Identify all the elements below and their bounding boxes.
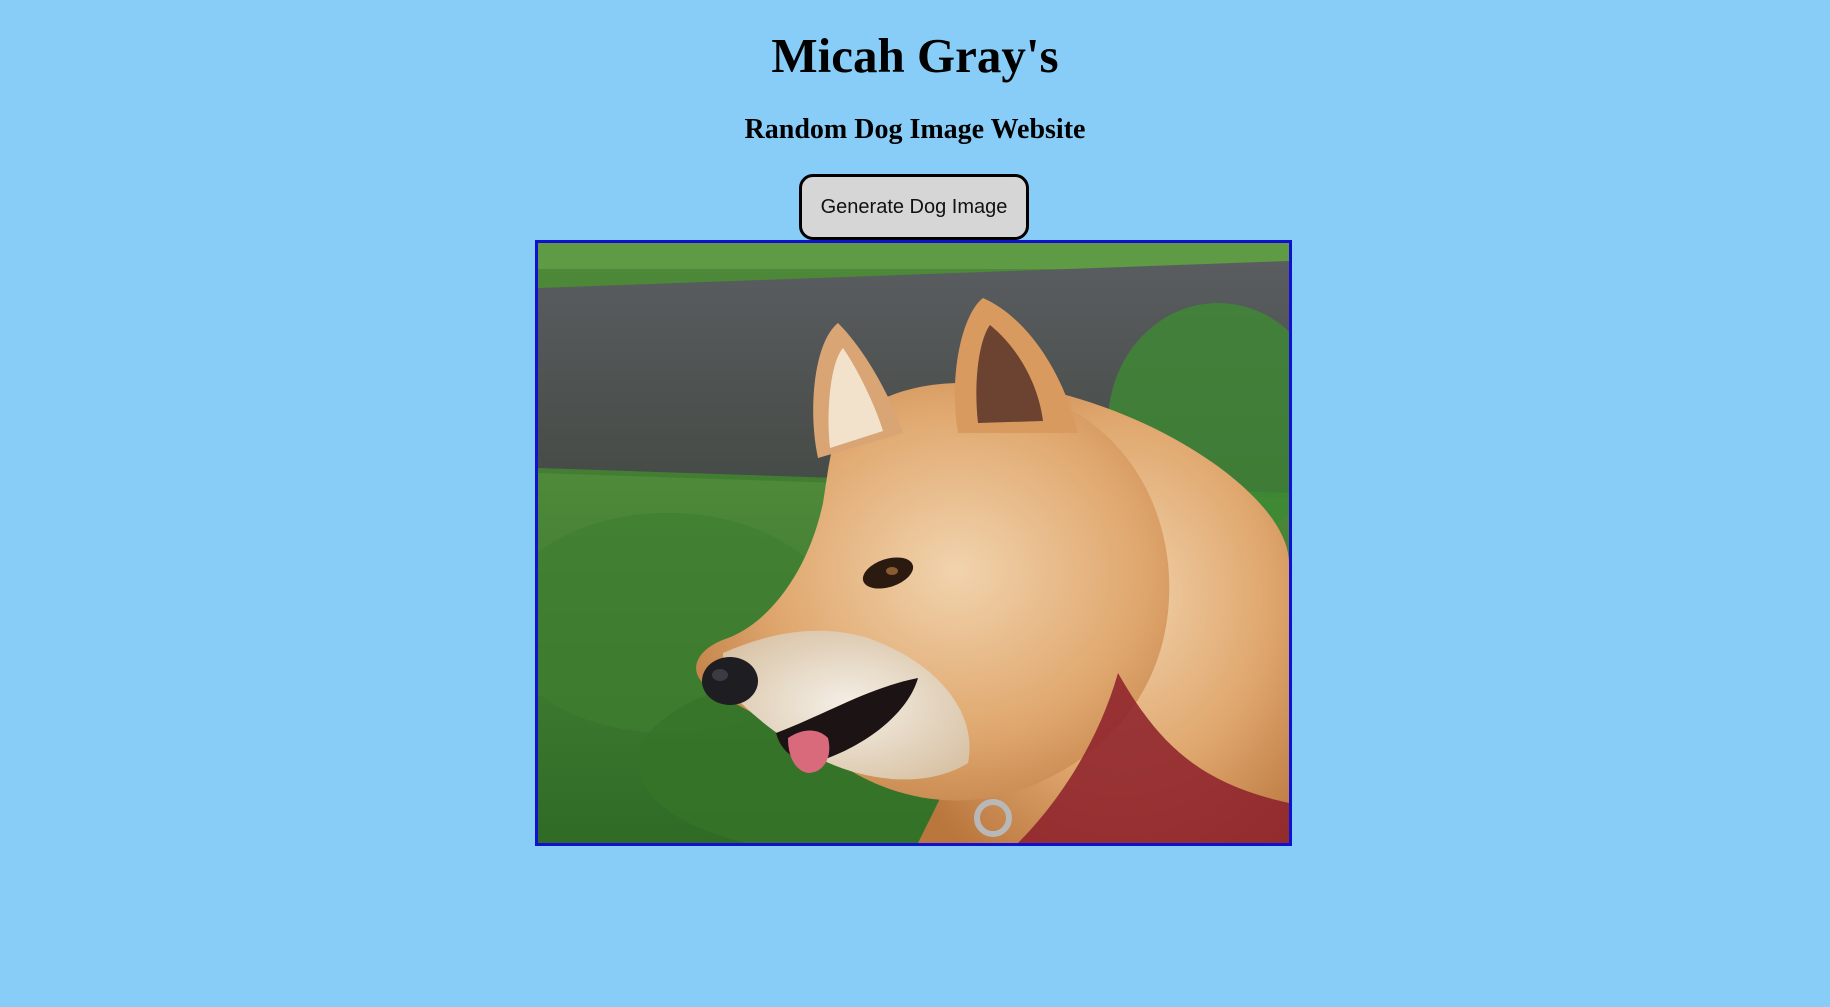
page: Micah Gray's Random Dog Image Website Ge… — [0, 0, 1830, 1007]
dog-photo-illustration — [538, 243, 1289, 843]
page-title: Micah Gray's — [771, 28, 1059, 83]
generate-dog-image-button[interactable]: Generate Dog Image — [799, 174, 1029, 240]
page-subtitle: Random Dog Image Website — [744, 114, 1086, 145]
dog-image — [535, 240, 1292, 846]
